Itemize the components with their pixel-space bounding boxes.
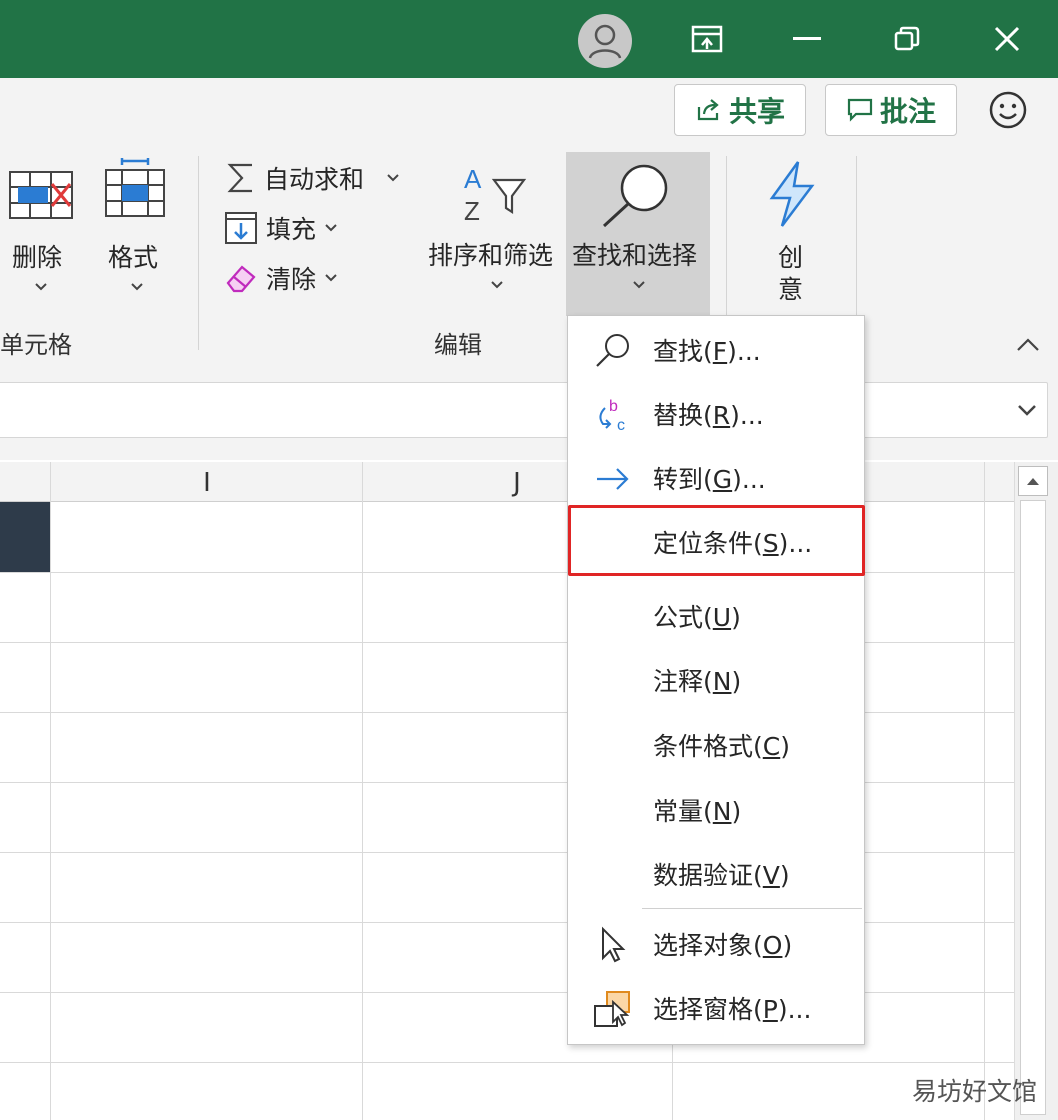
menu-item-label: 替换(R)... [653,401,764,430]
restore-icon [894,26,920,51]
ideas-button[interactable]: 创 意 [750,160,834,310]
ideas-label-line2: 意 [778,275,804,304]
minimize-icon [793,37,821,40]
clear-label: 清除 [266,265,317,294]
scrollbar-thumb[interactable] [1020,500,1046,1115]
column-line [984,462,985,1120]
clear-button[interactable]: 清除 [224,260,338,296]
user-icon [588,24,622,59]
chevron-down-icon [633,281,645,289]
selected-row-header[interactable] [0,502,50,572]
share-icon [697,99,719,121]
find-select-label: 查找和选择 [572,241,698,270]
svg-text:A: A [464,164,482,194]
replace-icon: b c [593,396,633,434]
menu-item-constants[interactable]: 常量(N) [567,778,865,842]
format-cells-icon [105,158,165,217]
chevron-down-icon [325,224,337,232]
sigma-icon [227,163,252,193]
arrow-right-icon [593,460,633,498]
minimize-button[interactable] [780,14,834,64]
fill-button[interactable]: 填充 [224,210,338,246]
delete-label: 删除 [12,243,63,272]
chevron-down-icon [35,283,47,291]
collapse-ribbon-icon[interactable] [1014,336,1042,354]
row-line [0,1062,1014,1063]
watermark-text: 易坊好文馆 [912,1077,1038,1106]
menu-item-select-objects[interactable]: 选择对象(O) [567,912,865,976]
chevron-down-icon [387,174,399,182]
ribbon-separator [856,156,857,316]
menu-separator [642,908,862,909]
delete-cells-icon [9,171,73,219]
formula-input[interactable] [0,382,1048,438]
menu-item-find[interactable]: 查找(F)... [567,318,865,382]
ribbon-display-icon [691,25,723,53]
selection-pane-icon [593,990,633,1028]
fill-down-icon [225,212,257,244]
search-icon [602,164,668,228]
comments-label: 批注 [879,95,936,128]
menu-item-label: 条件格式(C) [653,732,790,761]
menu-item-notes[interactable]: 注释(N) [567,648,865,712]
sort-filter-icon: A Z [464,164,527,226]
menu-item-data-validation[interactable]: 数据验证(V) [567,842,865,906]
svg-text:b: b [609,398,618,415]
feedback-smiley-icon[interactable] [988,90,1028,130]
delete-button[interactable]: 删除 [0,160,80,300]
comments-button[interactable]: 批注 [825,84,957,136]
account-avatar[interactable] [578,14,632,68]
menu-item-label: 选择窗格(P)... [653,995,812,1024]
sort-filter-label: 排序和筛选 [428,241,554,270]
editing-group-label: 编辑 [434,331,482,359]
share-label: 共享 [728,95,785,128]
comment-icon [847,98,873,122]
menu-item-formulas[interactable]: 公式(U) [567,584,865,648]
menu-item-label: 公式(U) [653,603,741,632]
close-icon [994,26,1020,52]
format-label: 格式 [108,243,159,272]
menu-item-label: 转到(G)... [653,465,766,494]
menu-item-label: 选择对象(O) [653,931,793,960]
share-button[interactable]: 共享 [674,84,806,136]
svg-text:c: c [617,417,625,434]
menu-item-label: 数据验证(V) [653,861,790,890]
menu-item-label: 注释(N) [653,667,742,696]
chevron-down-icon [325,274,337,282]
menu-item-conditional-formatting[interactable]: 条件格式(C) [567,713,865,777]
scroll-up-button[interactable] [1018,466,1048,496]
search-icon [593,332,633,370]
eraser-icon [226,265,256,293]
column-line [362,462,363,1120]
lightning-icon [769,161,815,227]
chevron-down-icon [131,283,143,291]
ribbon-separator [726,156,727,316]
triangle-up-icon [1027,478,1039,485]
column-line [50,462,51,1120]
expand-formula-bar-icon[interactable] [1016,402,1038,418]
cursor-icon [593,926,633,964]
restore-button[interactable] [880,14,934,64]
autosum-label: 自动求和 [264,165,365,194]
menu-item-replace[interactable]: b c 替换(R)... [567,382,865,446]
highlight-annotation-box [568,505,865,576]
menu-item-label: 查找(F)... [653,337,761,366]
ribbon-display-options-button[interactable] [680,14,734,64]
menu-item-goto[interactable]: 转到(G)... [567,446,865,510]
chevron-down-icon [491,281,503,289]
autosum-button[interactable]: 自动求和 [226,160,400,196]
fill-label: 填充 [266,215,317,244]
menu-item-selection-pane[interactable]: 选择窗格(P)... [567,976,865,1040]
format-button[interactable]: 格式 [96,158,176,300]
cells-group-label: 单元格 [0,331,72,359]
svg-text:Z: Z [464,196,480,226]
ideas-label-line1: 创 [778,243,804,272]
close-button[interactable] [980,14,1034,64]
menu-item-label: 常量(N) [653,797,742,826]
column-header-i[interactable]: I [52,462,362,502]
ribbon-separator [198,156,199,350]
sort-filter-button[interactable]: A Z 排序和筛选 [424,160,564,300]
